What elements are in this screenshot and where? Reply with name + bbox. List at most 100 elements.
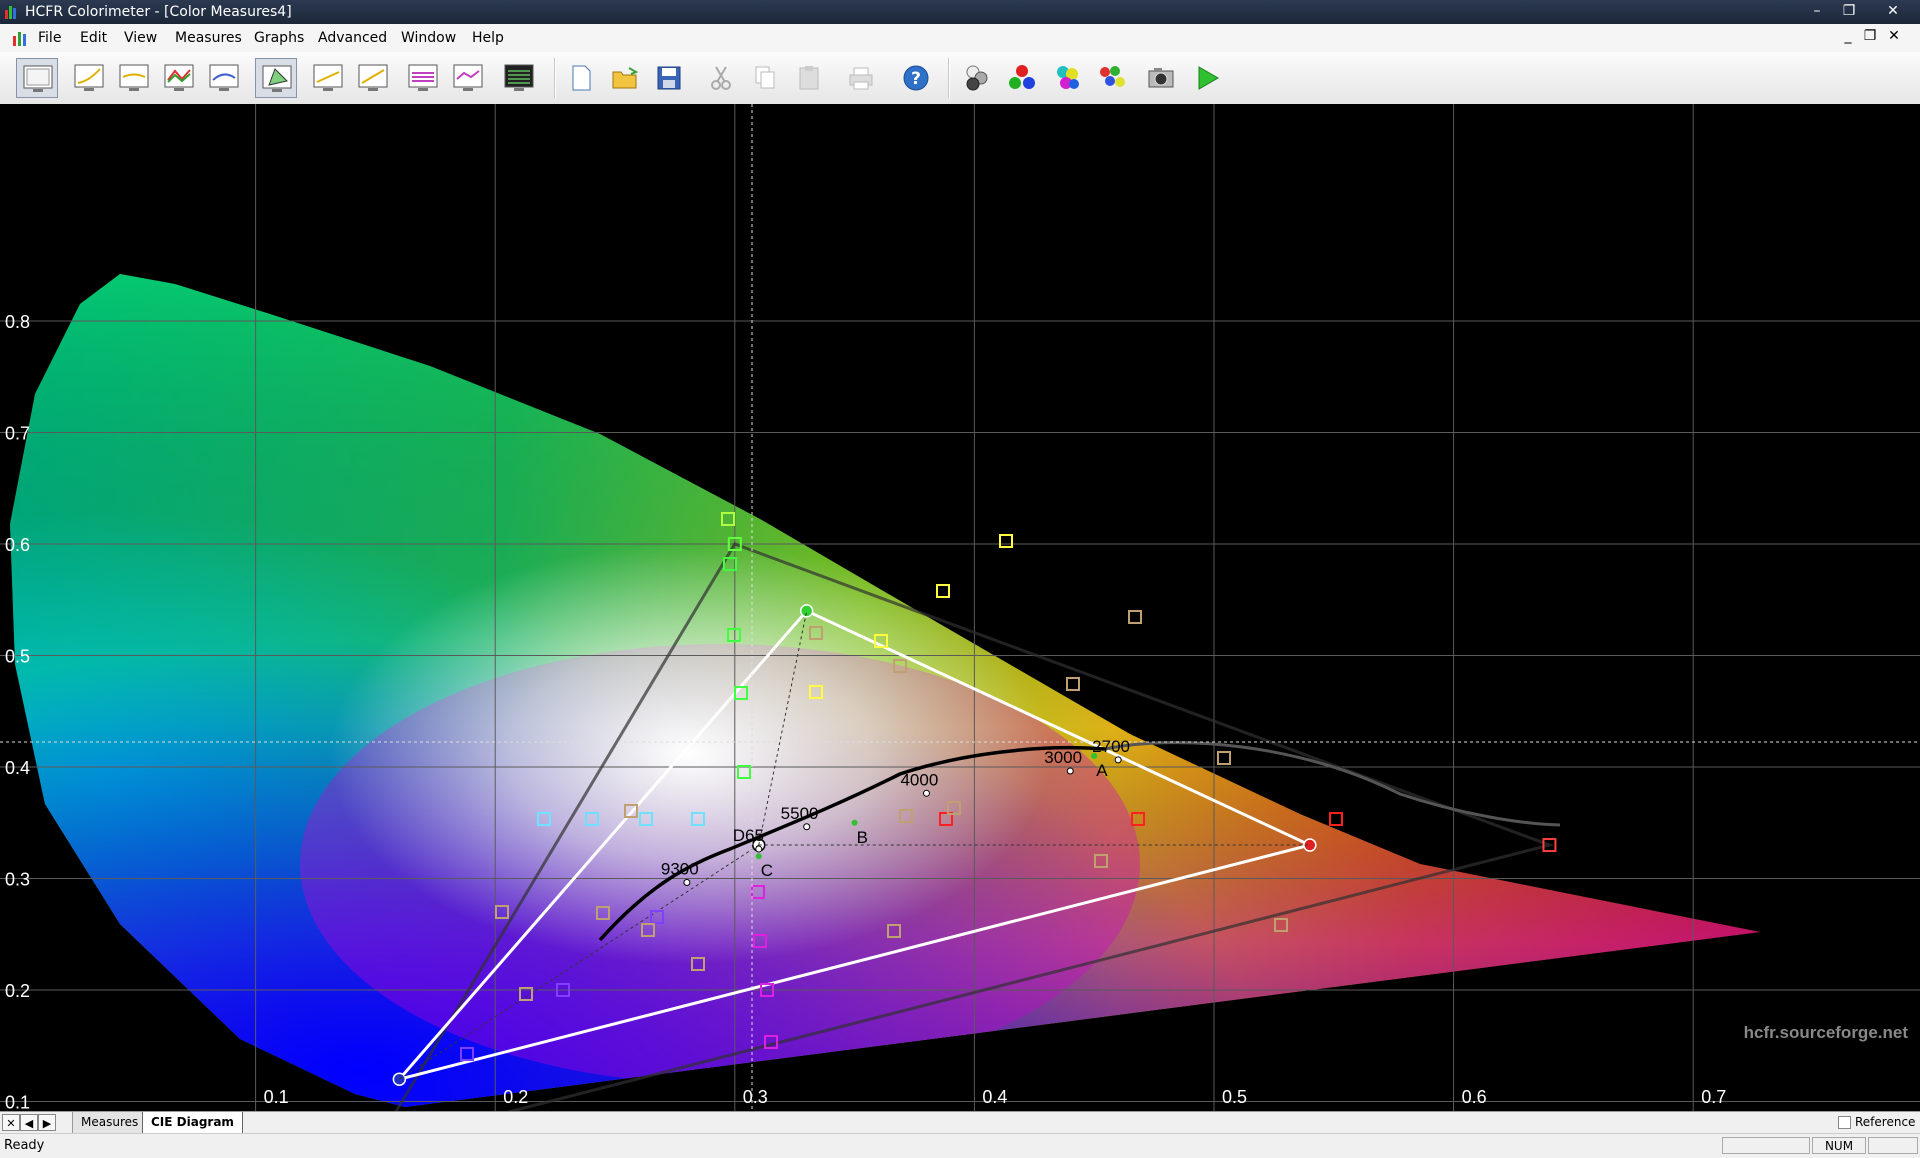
menu-graphs[interactable]: Graphs	[254, 30, 304, 46]
continuous-measure-button[interactable]	[1186, 58, 1228, 98]
reference-checkbox-box[interactable]	[1838, 1116, 1851, 1129]
spectral-locus	[10, 274, 1760, 1107]
luminance-graph-icon	[74, 64, 104, 91]
tab-scroll-left-icon[interactable]: ◀	[20, 1114, 38, 1131]
near-white-button[interactable]	[447, 58, 489, 98]
toolbar: ?	[0, 52, 1920, 105]
illuminant-marker	[755, 853, 762, 860]
status-text: Ready	[4, 1138, 45, 1153]
cct-label: 2700	[1092, 737, 1130, 756]
help-button[interactable]: ?	[895, 58, 937, 98]
y-tick-label: 0.4	[5, 758, 30, 778]
rgb-levels-button[interactable]	[158, 58, 200, 98]
x-tick-label: 0.1	[264, 1087, 289, 1107]
illuminant-marker	[1091, 752, 1098, 759]
y-tick-label: 0.8	[5, 312, 30, 332]
menu-measures[interactable]: Measures	[175, 30, 242, 46]
illuminant-label: A	[1096, 761, 1108, 780]
copy-icon	[755, 66, 775, 89]
close-icon[interactable]: ✕	[1876, 0, 1910, 22]
help-icon: ?	[903, 65, 929, 91]
y-tick-label: 0.7	[5, 424, 30, 444]
cct-marker	[1066, 767, 1074, 775]
status-bar: Ready NUM	[0, 1133, 1920, 1158]
cie-diagram-icon	[262, 65, 292, 92]
measures-view-button[interactable]	[16, 58, 58, 98]
mdi-restore-icon[interactable]: ❐	[1858, 28, 1882, 44]
cie-diagram-button[interactable]	[255, 58, 297, 98]
copy-button[interactable]	[744, 58, 786, 98]
document-app-icon	[13, 32, 26, 46]
window-title: HCFR Colorimeter - [Color Measures4]	[25, 4, 292, 20]
illuminant-label: B	[857, 828, 868, 847]
x-tick-label: 0.6	[1462, 1087, 1487, 1107]
cct-label: D65	[733, 826, 764, 845]
color-temp-button[interactable]	[203, 58, 245, 98]
cct-marker	[1114, 756, 1122, 764]
gamma-graph-button[interactable]	[113, 58, 155, 98]
close-tab-icon[interactable]: ✕	[2, 1114, 20, 1131]
reference-checkbox[interactable]: Reference	[1838, 1115, 1915, 1129]
tab-cie-diagram[interactable]: CIE Diagram	[142, 1112, 243, 1134]
camera-measure-button[interactable]	[1140, 58, 1182, 98]
scissors-icon	[711, 66, 731, 90]
grayscale-measure-button[interactable]	[956, 58, 998, 98]
saturation-measure-button[interactable]	[1091, 58, 1133, 98]
saturation-luma-button[interactable]	[307, 58, 349, 98]
hcfr-app-icon	[5, 6, 16, 19]
title-bar: HCFR Colorimeter - [Color Measures4] – ❐…	[0, 0, 1920, 24]
menu-bar: File Edit View Measures Graphs Advanced …	[0, 24, 1920, 53]
open-button[interactable]	[604, 58, 646, 98]
printer-icon	[849, 67, 873, 90]
toolbar-separator	[554, 58, 556, 98]
minimize-icon[interactable]: –	[1800, 0, 1834, 22]
new-button[interactable]	[560, 58, 602, 98]
paste-icon	[799, 66, 819, 90]
cct-label: 5500	[781, 804, 819, 823]
toolbar-separator	[948, 58, 950, 98]
menu-view[interactable]: View	[124, 30, 157, 46]
x-tick-label: 0.4	[982, 1087, 1007, 1107]
x-tick-label: 0.3	[743, 1087, 768, 1107]
monitor-icon	[23, 65, 53, 92]
color-temp-icon	[209, 64, 239, 91]
cie-diagram-view[interactable]: 0.1 0.2 0.3 0.4 0.5 0.6 0.7 0.1 0.2 0.3 0.4 0.5 0.6 0…	[0, 104, 1920, 1111]
menu-advanced[interactable]: Advanced	[318, 30, 387, 46]
tab-measures[interactable]: Measures	[72, 1112, 148, 1134]
menu-help[interactable]: Help	[472, 30, 504, 46]
color-balls-icon	[1100, 66, 1125, 87]
print-button[interactable]	[840, 58, 882, 98]
near-black-icon	[408, 64, 438, 91]
status-pane	[1868, 1137, 1918, 1154]
saturation-shift-button[interactable]	[352, 58, 394, 98]
secondaries-measure-button[interactable]	[1046, 58, 1088, 98]
y-tick-label: 0.2	[5, 981, 30, 1001]
cct-marker	[803, 823, 811, 831]
svg-text:?: ?	[911, 69, 921, 89]
menu-file[interactable]: File	[38, 30, 61, 46]
measure-stats-icon	[504, 64, 534, 91]
cut-button[interactable]	[700, 58, 742, 98]
primaries-measure-button[interactable]	[1001, 58, 1043, 98]
saturation-luma-icon	[313, 64, 343, 91]
open-folder-icon	[612, 67, 639, 89]
mdi-minimize-icon[interactable]: _	[1836, 28, 1860, 44]
menu-window[interactable]: Window	[401, 30, 456, 46]
measure-stats-button[interactable]	[498, 58, 540, 98]
luminance-graph-button[interactable]	[68, 58, 110, 98]
reference-label: Reference	[1855, 1115, 1916, 1129]
rgb-levels-icon	[164, 64, 194, 91]
tab-scroll-right-icon[interactable]: ▶	[38, 1114, 56, 1131]
measured-green-point	[799, 604, 814, 618]
near-white-icon	[453, 64, 483, 91]
y-tick-label: 0.3	[5, 870, 30, 890]
play-icon	[1198, 66, 1219, 90]
cct-label: 3000	[1044, 748, 1082, 767]
mdi-close-icon[interactable]: ✕	[1882, 28, 1906, 44]
save-button[interactable]	[648, 58, 690, 98]
cct-marker	[683, 879, 691, 886]
near-black-button[interactable]	[402, 58, 444, 98]
restore-icon[interactable]: ❐	[1832, 0, 1866, 22]
menu-edit[interactable]: Edit	[80, 30, 107, 46]
paste-button[interactable]	[788, 58, 830, 98]
